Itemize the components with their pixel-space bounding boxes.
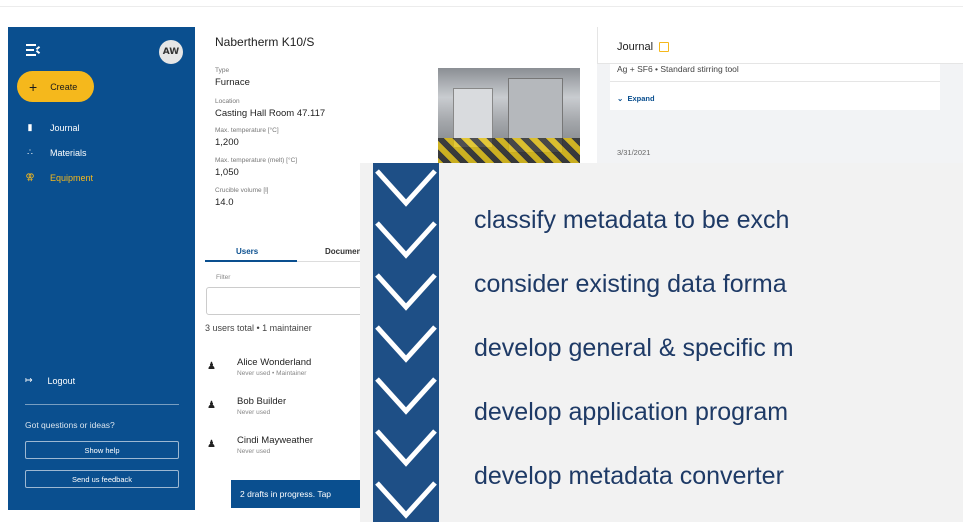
filter-input[interactable] bbox=[206, 287, 376, 315]
journal-title-text: Journal bbox=[617, 41, 654, 53]
equipment-photo[interactable] bbox=[438, 68, 580, 166]
field-value-type: Furnace bbox=[215, 77, 250, 88]
journal-entry-text: Ag + SF6 • Standard stirring tool bbox=[617, 64, 739, 74]
field-value-max-temp: 1,200 bbox=[215, 137, 239, 148]
overlay-line: develop metadata converter bbox=[474, 462, 784, 490]
tab-active-indicator bbox=[205, 260, 297, 262]
tab-users[interactable]: Users bbox=[236, 247, 258, 256]
users-summary: 3 users total • 1 maintainer bbox=[205, 323, 312, 333]
sidebar: AW + Create ▮ Journal ∴ Materials ⚢ Equi… bbox=[8, 27, 195, 510]
field-value-max-temp-melt: 1,050 bbox=[215, 167, 239, 178]
overlay-line: develop application program bbox=[474, 398, 789, 426]
user-meta: Never used • Maintainer bbox=[237, 370, 307, 377]
equipment-title: Nabertherm K10/S bbox=[215, 35, 315, 49]
field-value-location: Casting Hall Room 47.117 bbox=[215, 108, 326, 119]
field-label-max-temp: Max. temperature [°C] bbox=[215, 127, 279, 134]
open-external-icon[interactable] bbox=[659, 42, 670, 52]
user-meta: Never used bbox=[237, 409, 271, 416]
create-label: Create bbox=[50, 81, 78, 92]
send-feedback-button[interactable]: Send us feedback bbox=[25, 470, 179, 488]
show-help-button[interactable]: Show help bbox=[25, 441, 179, 459]
field-value-crucible: 14.0 bbox=[215, 197, 234, 208]
chevron-stack-icon bbox=[373, 163, 439, 522]
sidebar-divider bbox=[25, 404, 179, 405]
create-button[interactable]: + Create bbox=[17, 71, 94, 102]
nav-item-journal[interactable]: ▮ Journal bbox=[25, 122, 80, 133]
user-meta: Never used bbox=[237, 448, 271, 455]
logout-label: Logout bbox=[47, 375, 76, 386]
book-icon: ▮ bbox=[27, 122, 33, 132]
overlay-line: develop general & specific m bbox=[474, 334, 794, 362]
materials-icon: ∴ bbox=[27, 147, 33, 157]
questions-text: Got questions or ideas? bbox=[25, 420, 115, 430]
top-border bbox=[0, 6, 963, 7]
logout-button[interactable]: ↦ Logout bbox=[25, 375, 75, 386]
journal-title: Journal bbox=[617, 41, 670, 53]
field-label-type: Type bbox=[215, 67, 230, 74]
nav-item-equipment[interactable]: ⚢ Equipment bbox=[25, 172, 93, 183]
nav-item-materials[interactable]: ∴ Materials bbox=[25, 147, 87, 158]
menu-collapse-icon[interactable] bbox=[26, 44, 41, 56]
field-label-location: Location bbox=[215, 98, 240, 105]
nav-label: Journal bbox=[50, 122, 80, 133]
microscope-icon: ⚢ bbox=[25, 172, 35, 182]
overlay-line: consider existing data forma bbox=[474, 270, 787, 298]
user-name: Cindi Mayweather bbox=[237, 435, 314, 446]
logout-icon: ↦ bbox=[25, 375, 33, 385]
nav-label: Equipment bbox=[50, 172, 94, 183]
expand-label: Expand bbox=[627, 94, 655, 103]
nav-label: Materials bbox=[50, 147, 87, 158]
filter-label: Filter bbox=[216, 274, 231, 281]
overlay-line: classify metadata to be exch bbox=[474, 206, 790, 234]
chevron-down-icon: ⌄ bbox=[617, 94, 624, 103]
plus-icon: + bbox=[29, 78, 38, 95]
tab-documents[interactable]: Documen bbox=[325, 247, 361, 256]
user-name: Bob Builder bbox=[237, 396, 287, 407]
drafts-snackbar[interactable]: 2 drafts in progress. Tap bbox=[231, 480, 381, 508]
person-icon: ♟ bbox=[207, 439, 216, 450]
person-icon: ♟ bbox=[207, 400, 216, 411]
expand-button[interactable]: ⌄ Expand bbox=[617, 94, 655, 103]
user-name: Alice Wonderland bbox=[237, 357, 312, 368]
avatar[interactable]: AW bbox=[159, 40, 183, 64]
journal-entry-date: 3/31/2021 bbox=[617, 148, 651, 157]
person-icon: ♟ bbox=[207, 361, 216, 372]
field-label-max-temp-melt: Max. temperature (melt) [°C] bbox=[215, 157, 298, 164]
field-label-crucible: Crucible volume [l] bbox=[215, 187, 269, 194]
entry-divider bbox=[610, 81, 940, 82]
